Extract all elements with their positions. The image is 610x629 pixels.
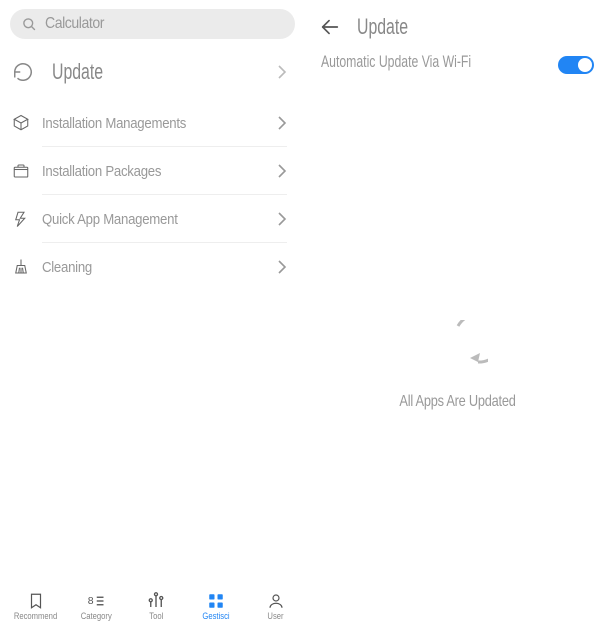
search-placeholder: Calculator	[45, 15, 104, 33]
left-panel: Calculator Update Installation Managemen…	[0, 0, 305, 583]
search-icon	[22, 17, 37, 32]
menu-item-quick-app-management[interactable]: Quick App Management	[12, 195, 305, 243]
chevron-right-icon	[277, 64, 287, 80]
chevron-right-icon	[277, 163, 287, 179]
cube-icon	[12, 114, 30, 132]
nav-gestisci[interactable]: Gestisci	[186, 592, 246, 621]
toggle-row-auto-update: Automatic Update Via Wi-Fi	[305, 50, 610, 80]
nav-label: Category	[80, 611, 111, 621]
menu-primary-label: Update	[52, 59, 103, 85]
svg-text:8: 8	[88, 595, 94, 607]
menu-item-cleaning[interactable]: Cleaning	[12, 243, 305, 291]
menu-item-label: Cleaning	[42, 259, 92, 276]
nav-tool[interactable]: Tool	[126, 592, 186, 621]
nav-user[interactable]: User	[246, 592, 306, 621]
status-block: All Apps Are Updated	[305, 320, 610, 411]
detail-header: Update	[305, 0, 610, 50]
menu-primary-update[interactable]: Update	[0, 45, 305, 99]
status-text: All Apps Are Updated	[336, 393, 580, 411]
nav-label: Gestisci	[202, 611, 229, 621]
bookmark-icon	[27, 592, 45, 610]
menu-item-installation-managements[interactable]: Installation Managements	[12, 99, 305, 147]
box-icon	[12, 162, 30, 180]
menu-item-label: Quick App Management	[42, 211, 178, 228]
nav-label: Recommend	[14, 611, 57, 621]
chevron-right-icon	[277, 211, 287, 227]
toggle-label: Automatic Update Via Wi-Fi	[321, 52, 492, 72]
user-icon	[267, 592, 285, 610]
nav-category[interactable]: 8 Category	[66, 592, 126, 621]
refresh-status-icon	[428, 320, 488, 380]
grid8-icon: 8	[87, 592, 105, 610]
refresh-icon	[12, 61, 34, 83]
bars-icon	[147, 592, 165, 610]
menu-item-label: Installation Managements	[42, 115, 186, 132]
search-wrap: Calculator	[0, 0, 305, 45]
search-input[interactable]: Calculator	[10, 9, 295, 39]
broom-icon	[12, 258, 30, 276]
squares-icon	[207, 592, 225, 610]
chevron-right-icon	[277, 115, 287, 131]
nav-label: User	[268, 611, 284, 621]
menu-item-label: Installation Packages	[42, 163, 161, 180]
nav-label: Tool	[149, 611, 163, 621]
bolt-icon	[12, 210, 30, 228]
detail-title: Update	[357, 14, 408, 40]
menu-item-installation-packages[interactable]: Installation Packages	[12, 147, 305, 195]
chevron-right-icon	[277, 259, 287, 275]
nav-recommend[interactable]: Recommend	[6, 592, 66, 621]
toggle-auto-update-wifi[interactable]	[558, 56, 594, 74]
bottom-nav: Recommend 8 Category Tool Gestisci User	[0, 583, 610, 629]
back-arrow-icon[interactable]	[319, 16, 341, 38]
right-panel: Update Automatic Update Via Wi-Fi All Ap…	[305, 0, 610, 583]
menu-list: Installation Managements Installation Pa…	[0, 99, 305, 291]
